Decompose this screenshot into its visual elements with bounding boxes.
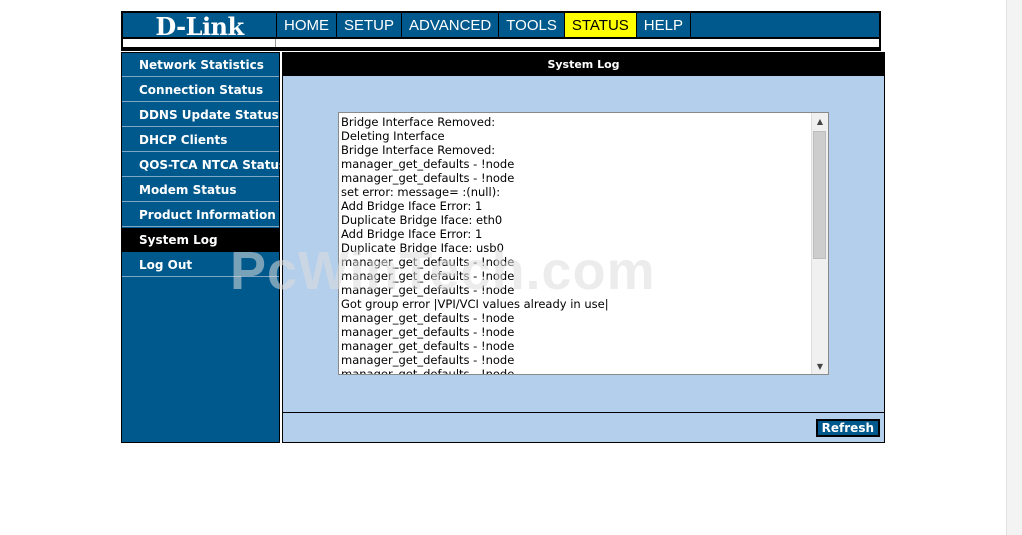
refresh-button[interactable]: Refresh xyxy=(815,419,880,437)
log-scrollbar[interactable]: ▲ ▼ xyxy=(811,113,828,374)
sidebar-item-network-statistics[interactable]: Network Statistics xyxy=(122,53,279,77)
router-page: D-Link HOME SETUP ADVANCED TOOLS STATUS … xyxy=(121,11,885,443)
log-line: manager_get_defaults - !node xyxy=(341,325,515,339)
log-line: Duplicate Bridge Iface: eth0 xyxy=(341,213,503,227)
log-line: manager_get_defaults - !node xyxy=(341,353,515,367)
system-log-textarea[interactable]: Bridge Interface Removed: Deleting Inter… xyxy=(338,112,829,375)
nav-tools[interactable]: TOOLS xyxy=(498,13,565,37)
log-line: Bridge Interface Removed: xyxy=(341,143,496,157)
sidebar-item-qos-tca-ntca-status[interactable]: QOS-TCA NTCA Status xyxy=(122,153,286,177)
log-lines: Bridge Interface Removed: Deleting Inter… xyxy=(341,115,809,375)
scroll-down-icon[interactable]: ▼ xyxy=(812,358,828,374)
log-line: manager_get_defaults - !node xyxy=(341,269,515,283)
sidebar-item-connection-status[interactable]: Connection Status xyxy=(122,78,279,102)
log-line: Bridge Interface Removed: xyxy=(341,115,496,129)
sidebar-item-dhcp-clients[interactable]: DHCP Clients xyxy=(122,128,279,152)
sidebar-item-product-information[interactable]: Product Information xyxy=(122,203,279,227)
header-subbar xyxy=(121,39,881,51)
browser-scrollbar[interactable] xyxy=(1006,0,1022,535)
log-line: set error: message= :(null): xyxy=(341,185,501,199)
sidebar-item-system-log[interactable]: System Log xyxy=(122,228,279,252)
main-panel: System Log Bridge Interface Removed: Del… xyxy=(282,52,885,443)
sidebar-item-modem-status[interactable]: Modem Status xyxy=(122,178,279,202)
sidebar: Network Statistics Connection Status DDN… xyxy=(121,52,286,443)
sidebar-item-ddns-update-status[interactable]: DDNS Update Status xyxy=(122,103,279,127)
log-line: Add Bridge Iface Error: 1 xyxy=(341,199,483,213)
header-bar: D-Link HOME SETUP ADVANCED TOOLS STATUS … xyxy=(121,11,881,41)
nav-advanced[interactable]: ADVANCED xyxy=(401,13,500,37)
scroll-up-icon[interactable]: ▲ xyxy=(812,113,828,129)
divider xyxy=(283,412,884,413)
log-line: Got group error |VPI/VCI values already … xyxy=(341,297,609,311)
log-line: manager_get_defaults - !node xyxy=(341,283,515,297)
log-line: manager_get_defaults - !node xyxy=(341,311,515,325)
scroll-thumb[interactable] xyxy=(813,131,826,259)
page-title: System Log xyxy=(283,53,884,76)
log-line: manager_get_defaults - !node xyxy=(341,339,515,353)
log-line: manager_get_defaults - !node xyxy=(341,171,515,185)
log-line: manager_get_defaults - !node xyxy=(341,157,515,171)
dlink-logo: D-Link xyxy=(155,11,244,41)
nav-home[interactable]: HOME xyxy=(276,13,337,37)
top-nav: HOME SETUP ADVANCED TOOLS STATUS HELP xyxy=(276,13,691,39)
sidebar-item-log-out[interactable]: Log Out xyxy=(122,253,279,277)
log-line: manager_get_defaults - !node xyxy=(341,367,515,375)
log-line: Add Bridge Iface Error: 1 xyxy=(341,227,483,241)
nav-setup[interactable]: SETUP xyxy=(336,13,403,37)
nav-help[interactable]: HELP xyxy=(635,13,691,37)
log-line: Deleting Interface xyxy=(341,129,445,143)
log-line: manager_get_defaults - !node xyxy=(341,255,515,269)
log-line: Duplicate Bridge Iface: usb0 xyxy=(341,241,504,255)
nav-status[interactable]: STATUS xyxy=(563,13,637,37)
